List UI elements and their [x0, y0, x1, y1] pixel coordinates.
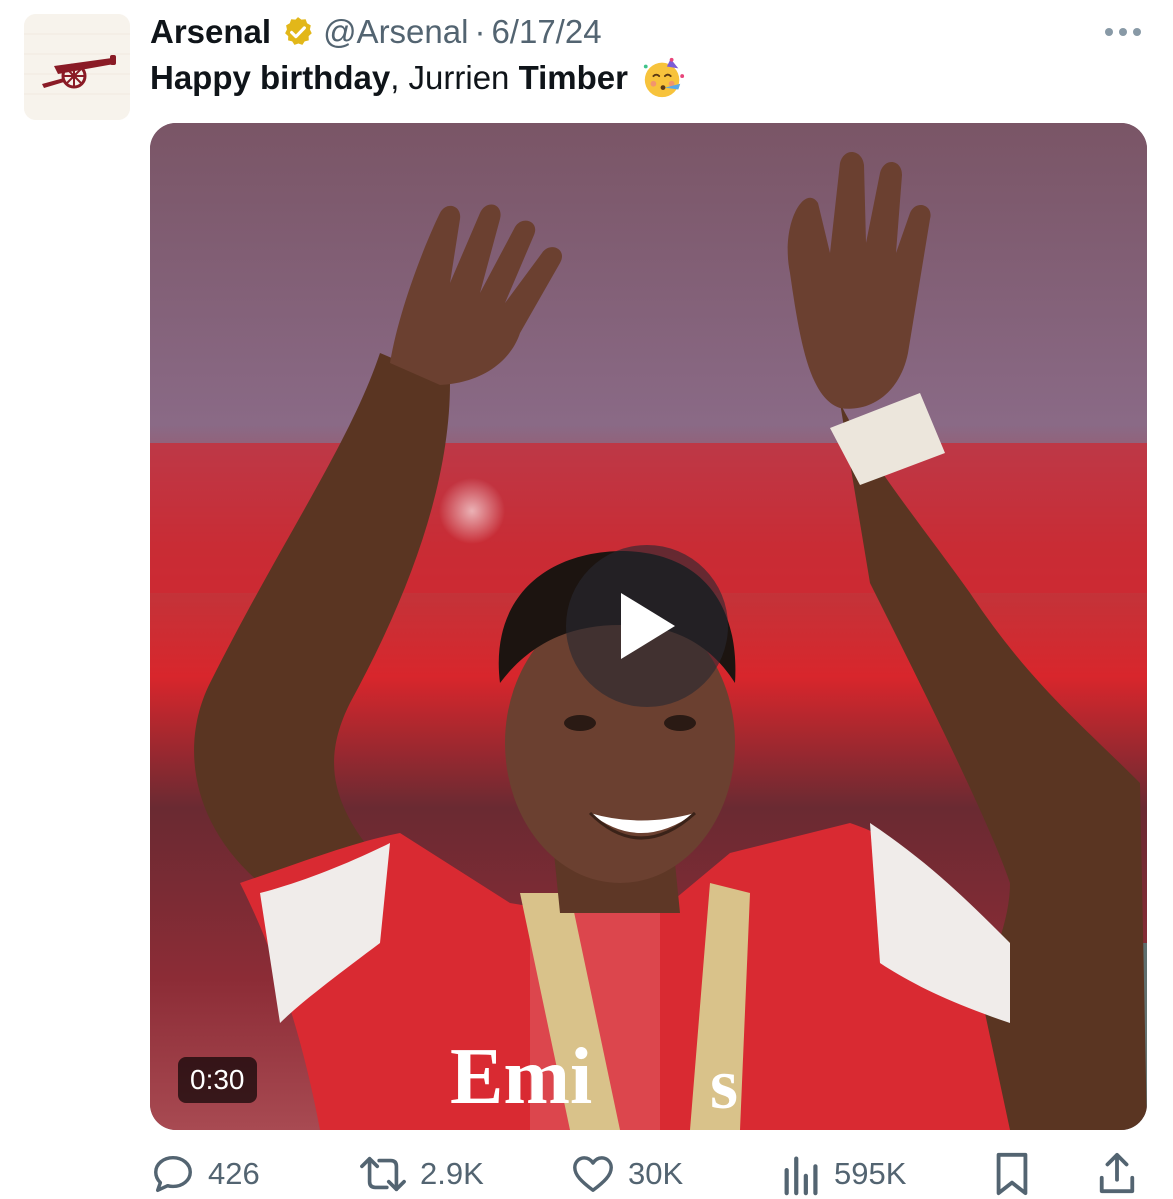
bookmark-icon: [996, 1152, 1028, 1196]
bookmark-button[interactable]: [992, 1146, 1032, 1199]
reply-count: 426: [208, 1156, 260, 1191]
share-button[interactable]: [1096, 1146, 1138, 1199]
action-bar: 426 2.9K 30K 595K: [150, 1146, 1147, 1199]
partying-face-emoji-icon: [643, 57, 685, 98]
tweet: Arsenal @Arsenal · 6/17/24 Happy birthda…: [0, 0, 1173, 1199]
reply-button[interactable]: 426: [150, 1146, 260, 1199]
views-chart-icon: [784, 1156, 818, 1196]
tweet-date[interactable]: 6/17/24: [491, 13, 601, 51]
share-icon: [1099, 1152, 1135, 1194]
repost-icon: [360, 1156, 406, 1192]
views-button[interactable]: 595K: [782, 1146, 906, 1199]
separator: ·: [474, 13, 486, 50]
tweet-text-part1: Happy birthday: [150, 59, 391, 96]
like-count: 30K: [628, 1156, 684, 1191]
tweet-text-part2: , Jurrien: [390, 59, 519, 96]
repost-count: 2.9K: [420, 1156, 484, 1191]
heart-icon: [573, 1156, 613, 1193]
tweet-text-part3: Timber: [518, 59, 629, 96]
play-icon: [621, 593, 675, 659]
like-button[interactable]: 30K: [570, 1146, 683, 1199]
arsenal-cannon-icon: [24, 14, 130, 120]
repost-button[interactable]: 2.9K: [358, 1146, 484, 1199]
verified-badge-icon: [285, 17, 312, 45]
avatar[interactable]: [24, 14, 130, 120]
display-name[interactable]: Arsenal: [150, 13, 271, 51]
tweet-header: Arsenal @Arsenal · 6/17/24: [150, 12, 602, 52]
video-duration: 0:30: [178, 1057, 257, 1103]
svg-text:Emi: Emi: [450, 1033, 592, 1121]
play-button[interactable]: [566, 545, 728, 707]
views-count: 595K: [834, 1156, 907, 1191]
tweet-video[interactable]: Emi s 0:30: [150, 123, 1147, 1130]
reply-icon: [154, 1155, 192, 1193]
svg-text:s: s: [710, 1044, 738, 1124]
handle[interactable]: @Arsenal: [323, 13, 468, 51]
more-options-icon[interactable]: [1103, 22, 1143, 42]
tweet-text: Happy birthday , Jurrien Timber: [150, 56, 686, 100]
